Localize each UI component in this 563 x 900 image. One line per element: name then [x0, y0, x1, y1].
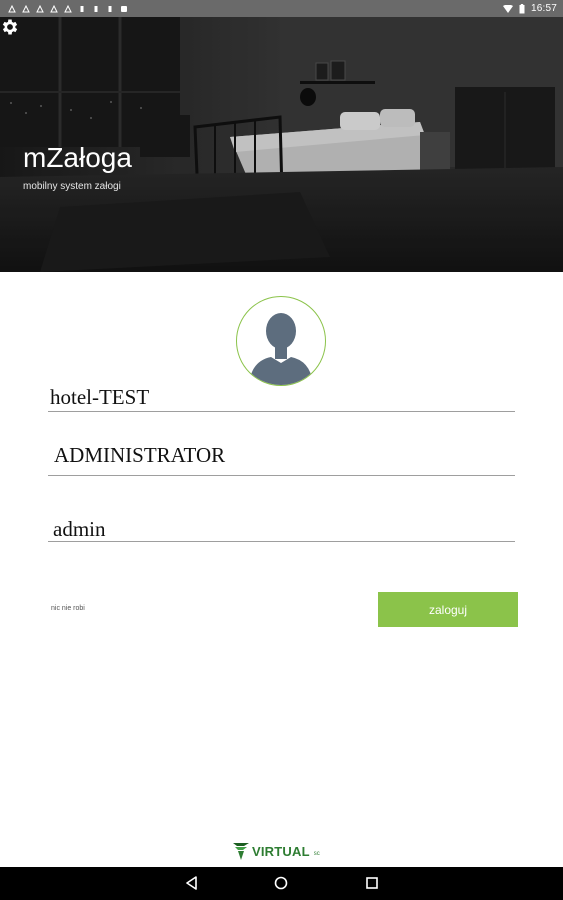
- logo-text: VIRTUAL: [252, 843, 310, 859]
- username-value: ADMINISTRATOR: [54, 443, 226, 467]
- notification-icon: [64, 4, 72, 12]
- forgot-link[interactable]: nic nie robi: [51, 605, 85, 612]
- user-avatar-icon: [249, 313, 313, 385]
- notification-icon: [80, 5, 84, 12]
- hotel-field[interactable]: hotel-TEST: [48, 385, 515, 412]
- logo-subtext: sc: [313, 850, 320, 857]
- settings-gear-icon[interactable]: [0, 17, 20, 37]
- virtual-logo: VIRTUAL sc: [232, 840, 320, 862]
- notification-icon: [121, 5, 127, 12]
- back-icon[interactable]: [184, 875, 200, 891]
- clock: 16:57: [530, 3, 557, 14]
- login-button[interactable]: zaloguj: [378, 592, 518, 627]
- recents-icon[interactable]: [364, 875, 380, 891]
- system-nav-bar: [0, 867, 563, 900]
- username-field[interactable]: ADMINISTRATOR: [48, 441, 515, 476]
- notification-icon: [50, 4, 58, 12]
- password-field[interactable]: admin: [48, 517, 515, 542]
- home-icon[interactable]: [273, 875, 289, 891]
- user-avatar: [236, 296, 326, 386]
- notification-icon: [108, 5, 112, 12]
- virtual-logo-icon: [233, 843, 249, 860]
- notification-icon: [8, 4, 16, 12]
- notification-icon: [22, 4, 30, 12]
- password-value: admin: [53, 517, 106, 541]
- notification-icon: [36, 4, 44, 12]
- battery-icon: [519, 3, 525, 13]
- app-title: mZałoga: [23, 142, 132, 173]
- wifi-icon: [502, 4, 513, 13]
- status-bar: 16:57: [0, 0, 563, 17]
- notification-icons: [0, 4, 128, 13]
- notification-icon: [94, 5, 98, 12]
- hotel-value: hotel-TEST: [50, 385, 150, 409]
- header-image: mZałoga mobilny system załogi: [0, 17, 563, 272]
- app-subtitle: mobilny system załogi: [23, 181, 121, 192]
